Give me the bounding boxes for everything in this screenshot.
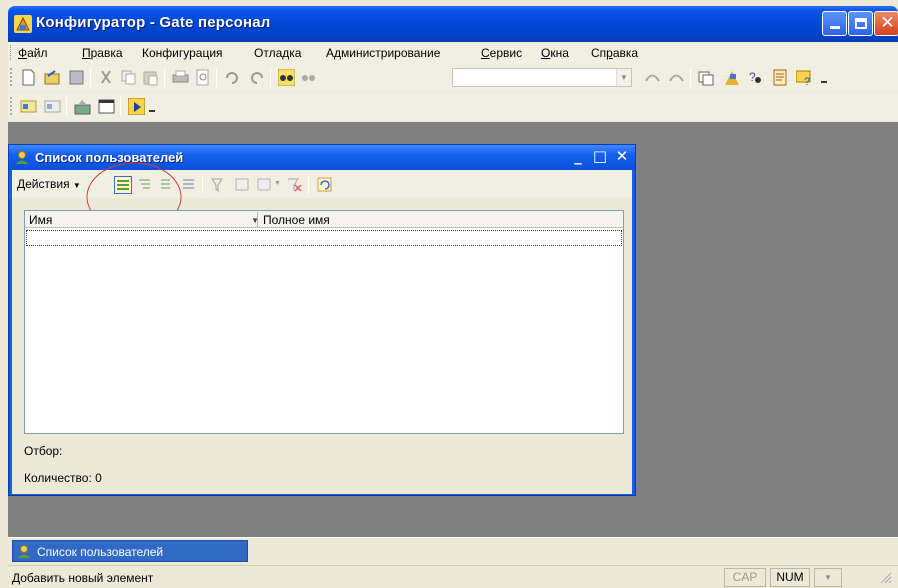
svg-text:?: ?: [749, 70, 756, 84]
clear-filter-icon[interactable]: [286, 176, 303, 193]
paste-icon[interactable]: [142, 69, 159, 86]
toolbar-grip[interactable]: [10, 68, 13, 86]
actions-menu-button[interactable]: Действия ▼: [17, 177, 81, 191]
filter-icon[interactable]: [210, 176, 227, 193]
menu-item[interactable]: Файл: [18, 46, 48, 60]
cut-icon[interactable]: [98, 69, 115, 86]
user-icon: [16, 151, 28, 164]
help-search-icon[interactable]: ?: [748, 69, 765, 86]
actions-label: Действия: [17, 177, 70, 191]
run-debug-icon[interactable]: [128, 98, 145, 115]
print-icon[interactable]: [172, 69, 189, 86]
print-preview-icon[interactable]: [194, 69, 211, 86]
menu-item[interactable]: Правка: [82, 46, 123, 60]
table-header: Имя ▼ Полное имя: [25, 211, 623, 228]
table-row[interactable]: [26, 230, 622, 246]
title-bar[interactable]: Конфигуратор - Gate персонал ✕: [8, 6, 898, 42]
toolbar-separator: [120, 97, 121, 116]
menu-item[interactable]: Окна: [541, 46, 569, 60]
svg-text:?: ?: [804, 76, 810, 86]
status-bar: Добавить новый элемент CAP NUM ▼: [8, 565, 898, 588]
filter-label: Отбор:: [24, 444, 63, 458]
status-text: Добавить новый элемент: [12, 571, 154, 585]
new-icon[interactable]: [20, 69, 37, 86]
maximize-button[interactable]: [848, 11, 873, 36]
windows-icon[interactable]: [698, 69, 715, 86]
redo-icon[interactable]: [248, 69, 265, 86]
syntax-helper-icon[interactable]: [772, 69, 789, 86]
child-close-button[interactable]: ✕: [613, 147, 631, 165]
menu-item[interactable]: Администрирование: [326, 46, 440, 60]
refresh-icon[interactable]: [316, 176, 333, 193]
find-icon[interactable]: [278, 69, 295, 86]
num-lock-indicator: NUM: [770, 568, 810, 587]
child-minimize-button[interactable]: _: [569, 147, 587, 165]
column-separator[interactable]: [257, 212, 258, 227]
window-bar: Список пользователей: [8, 537, 898, 565]
users-list-window: Список пользователей _ □ ✕ Действия ▼ ▼ …: [8, 144, 636, 496]
config-db-icon[interactable]: [44, 98, 61, 115]
close-icon: ✕: [880, 13, 895, 33]
main-toolbar: ▼ ? ?: [8, 63, 898, 91]
maximize-icon: [855, 18, 867, 29]
resize-grip-icon[interactable]: [878, 570, 892, 584]
chevron-down-icon: ▼: [72, 181, 81, 190]
column-header-full-name[interactable]: Полное имя: [263, 213, 330, 227]
close-button[interactable]: ✕: [874, 11, 898, 36]
column-header-name[interactable]: Имя ▼: [29, 213, 259, 227]
toolbar-separator: [308, 175, 309, 194]
menu-item[interactable]: Сервис: [481, 46, 522, 60]
chevron-down-icon[interactable]: ▼: [616, 69, 631, 86]
child-maximize-button[interactable]: □: [591, 147, 609, 165]
minimize-icon: [830, 26, 840, 29]
config-open-icon[interactable]: [20, 98, 37, 115]
search-forward-icon[interactable]: [644, 69, 661, 86]
window-tab-users[interactable]: Список пользователей: [12, 540, 248, 562]
help-1c-icon[interactable]: ?: [796, 69, 813, 86]
user-icon: [18, 545, 30, 558]
open-icon[interactable]: [44, 69, 61, 86]
menu-item[interactable]: Справка: [591, 46, 638, 60]
filter-history-icon[interactable]: [256, 176, 273, 193]
menu-grip[interactable]: [10, 45, 13, 60]
secondary-toolbar: [8, 92, 898, 122]
caps-lock-indicator: CAP: [724, 568, 766, 587]
child-window-body: Действия ▼ ▼ Имя ▼ Полное имя Отбор: Кол…: [12, 162, 632, 494]
search-combobox[interactable]: ▼: [452, 68, 632, 87]
toolbar-separator: [690, 68, 691, 87]
status-dropdown[interactable]: ▼: [814, 568, 842, 587]
users-table[interactable]: Имя ▼ Полное имя: [24, 210, 624, 434]
chevron-down-icon[interactable]: ▼: [274, 180, 281, 187]
window-tab-label: Список пользователей: [37, 545, 164, 559]
undo-icon[interactable]: [224, 69, 241, 86]
toolbar-overflow-icon[interactable]: [818, 69, 835, 86]
window-list-icon[interactable]: [98, 98, 115, 115]
menu-item[interactable]: Конфигурация: [142, 46, 223, 60]
toolbar-separator: [66, 97, 67, 116]
menu-bar: Файл Правка Конфигурация Отладка Администрир…: [8, 42, 898, 63]
save-icon[interactable]: [68, 69, 85, 86]
minimize-button[interactable]: [822, 11, 847, 36]
count-label: Количество: 0: [24, 471, 102, 485]
toolbar-separator: [216, 68, 217, 87]
toolbar-overflow-icon[interactable]: [146, 98, 163, 115]
wizard-icon[interactable]: [724, 69, 741, 86]
toolbar-separator: [90, 68, 91, 87]
update-config-icon[interactable]: [74, 98, 91, 115]
search-backward-icon[interactable]: [668, 69, 685, 86]
filter-value-icon[interactable]: [234, 176, 251, 193]
list-toolbar: Действия ▼ ▼: [12, 162, 632, 232]
app-window: Конфигуратор - Gate персонал ✕ Файл Правк…: [0, 0, 898, 588]
toolbar-separator: [202, 175, 203, 194]
toolbar-separator: [164, 68, 165, 87]
toolbar-grip[interactable]: [10, 97, 13, 115]
copy-icon[interactable]: [120, 69, 137, 86]
window-title: Конфигуратор - Gate персонал: [36, 14, 271, 31]
toolbar-separator: [270, 68, 271, 87]
find-next-icon[interactable]: [300, 69, 317, 86]
menu-item[interactable]: Отладка: [254, 46, 301, 60]
app-icon: [14, 15, 32, 33]
